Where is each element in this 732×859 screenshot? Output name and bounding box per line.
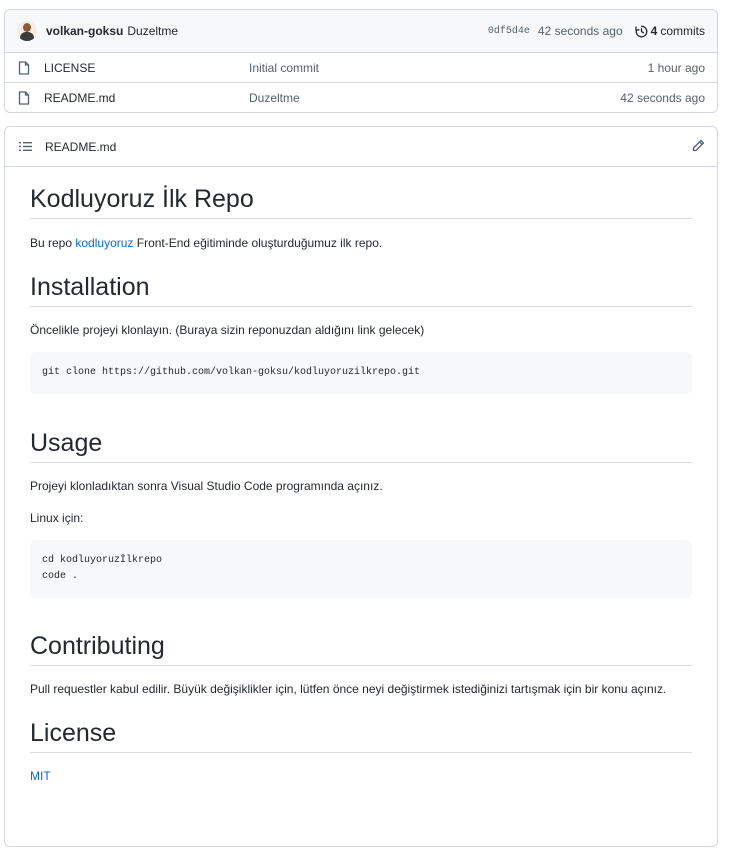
readme-filename: README.md (45, 139, 117, 154)
readme-box: README.md Kodluyoruz İlk Repo Bu repo ko… (4, 126, 718, 847)
file-commit-message-link[interactable]: Initial commit (249, 61, 648, 75)
latest-commit-bar: volkan-goksu Duzeltme 0df5d4e 42 seconds… (5, 10, 717, 53)
usage-code-line: code . (42, 571, 79, 582)
file-browser: volkan-goksu Duzeltme 0df5d4e 42 seconds… (4, 9, 718, 113)
file-commit-time: 1 hour ago (647, 60, 705, 75)
readme-header: README.md (5, 127, 717, 167)
usage-paragraph: Projeyi klonladıktan sonra Visual Studio… (30, 479, 383, 493)
commit-sha-link[interactable]: 0df5d4e (488, 26, 530, 37)
installation-code-block: git clone https://github.com/volkan-goks… (30, 352, 692, 394)
readme-article: Kodluyoruz İlk Repo Bu repo kodluyoruz F… (5, 185, 717, 785)
usage-code-block: cd kodluyoruzİlkrepo code . (30, 540, 692, 598)
history-icon (634, 25, 648, 37)
commit-time: 42 seconds ago (537, 24, 623, 38)
intro-paragraph: Bu repo kodluyoruz Front-End eğitiminde … (30, 234, 692, 252)
file-row[interactable]: README.md Duzeltme 42 seconds ago (5, 83, 717, 113)
file-name-link[interactable]: README.md (44, 91, 249, 105)
installation-heading: Installation (30, 273, 692, 307)
contributing-paragraph: Pull requestler kabul edilir. Büyük deği… (30, 682, 667, 696)
commit-count: 4 (650, 24, 658, 38)
file-name-link[interactable]: LICENSE (44, 61, 249, 75)
contributing-heading: Contributing (30, 632, 692, 666)
commits-history-link[interactable]: 4 commits (634, 24, 705, 38)
file-icon (18, 91, 32, 105)
mit-license-link[interactable]: MIT (30, 769, 51, 783)
file-row[interactable]: LICENSE Initial commit 1 hour ago (5, 53, 717, 83)
file-commit-time: 42 seconds ago (620, 91, 705, 105)
usage-heading: Usage (30, 429, 692, 463)
commits-label: commits (660, 24, 705, 38)
usage-code-line: cd kodluyoruzİlkrepo (42, 555, 163, 566)
commit-message-link[interactable]: Duzeltme (127, 24, 178, 38)
avatar[interactable] (17, 21, 37, 41)
license-heading: License (30, 719, 692, 753)
file-commit-message-link[interactable]: Duzeltme (249, 91, 620, 105)
pencil-icon[interactable] (692, 139, 705, 155)
kodluyoruz-link[interactable]: kodluyoruz (75, 236, 133, 250)
list-icon[interactable] (19, 141, 32, 152)
installation-paragraph: Öncelikle projeyi klonlayın. (Buraya siz… (30, 323, 425, 337)
file-icon (18, 60, 32, 75)
intro-text-after: Front-End eğitiminde oluşturduğumuz ilk … (133, 236, 383, 250)
commit-author-link[interactable]: volkan-goksu (46, 24, 123, 38)
intro-text-before: Bu repo (30, 236, 76, 250)
linux-paragraph: Linux için: (30, 511, 84, 525)
readme-title-heading: Kodluyoruz İlk Repo (30, 185, 692, 219)
